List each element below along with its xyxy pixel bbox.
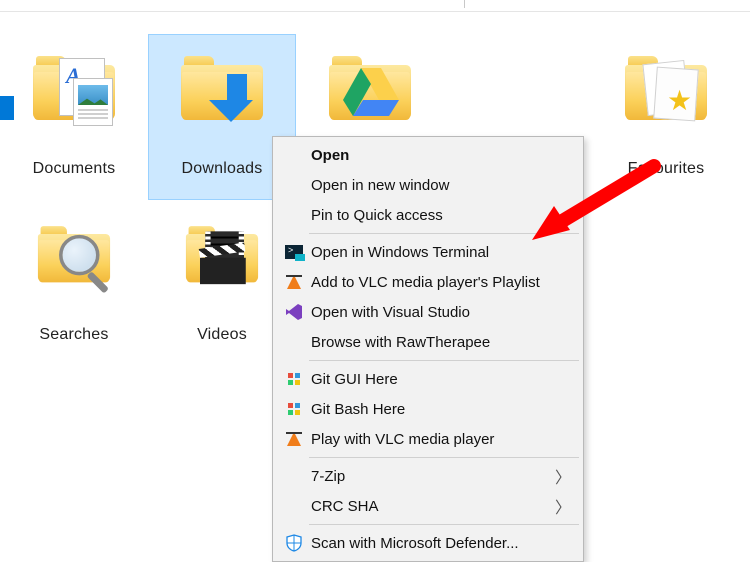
blank-icon <box>279 495 309 517</box>
folder-favourites[interactable]: ★ Favourites <box>592 34 740 200</box>
menu-label: Open in new window <box>311 177 449 194</box>
menu-separator <box>309 233 579 234</box>
context-menu: Open Open in new window Pin to Quick acc… <box>272 136 584 562</box>
downloads-icon <box>174 42 270 138</box>
chevron-right-icon: 〉 <box>555 464 571 488</box>
google-drive-icon <box>322 42 418 138</box>
folder-documents[interactable]: Documents <box>0 34 148 200</box>
git-icon <box>279 368 309 390</box>
menu-open-visual-studio[interactable]: Open with Visual Studio <box>275 297 581 327</box>
menu-label: Add to VLC media player's Playlist <box>311 274 540 291</box>
menu-label: Scan with Microsoft Defender... <box>311 535 519 552</box>
menu-label: Git Bash Here <box>311 401 405 418</box>
item-label: Documents <box>33 160 116 178</box>
chevron-right-icon: 〉 <box>555 494 571 518</box>
menu-pin-quick-access[interactable]: Pin to Quick access <box>275 200 581 230</box>
menu-separator <box>309 360 579 361</box>
menu-open[interactable]: Open <box>275 140 581 170</box>
terminal-icon <box>279 241 309 263</box>
menu-separator <box>309 457 579 458</box>
item-label: Searches <box>39 326 108 344</box>
menu-label: Open <box>311 147 349 164</box>
menu-play-vlc[interactable]: Play with VLC media player <box>275 424 581 454</box>
item-label: Downloads <box>182 160 263 178</box>
folder-searches[interactable]: Searches <box>0 200 148 366</box>
menu-label: Git GUI Here <box>311 371 398 388</box>
cone-icon <box>279 271 309 293</box>
menu-git-bash[interactable]: Git Bash Here <box>275 394 581 424</box>
blank-icon <box>279 465 309 487</box>
item-label: Favourites <box>628 160 705 178</box>
menu-open-new-window[interactable]: Open in new window <box>275 170 581 200</box>
menu-add-vlc-playlist[interactable]: Add to VLC media player's Playlist <box>275 267 581 297</box>
item-label: Videos <box>197 326 247 344</box>
blank-icon <box>279 331 309 353</box>
menu-label: Play with VLC media player <box>311 431 494 448</box>
menu-crc-sha[interactable]: CRC SHA 〉 <box>275 491 581 521</box>
menu-label: Pin to Quick access <box>311 207 443 224</box>
menu-label: Open with Visual Studio <box>311 304 470 321</box>
menu-label: Open in Windows Terminal <box>311 244 489 261</box>
menu-git-gui[interactable]: Git GUI Here <box>275 364 581 394</box>
header-strip <box>0 0 750 12</box>
blank-icon <box>279 204 309 226</box>
header-divider <box>464 0 465 8</box>
cone-icon <box>279 428 309 450</box>
menu-label: Browse with RawTherapee <box>311 334 490 351</box>
documents-icon <box>26 42 122 138</box>
videos-icon <box>174 208 270 304</box>
searches-icon <box>26 208 122 304</box>
blank-icon <box>279 174 309 196</box>
favourites-icon: ★ <box>618 42 714 138</box>
menu-label: 7-Zip <box>311 468 345 485</box>
menu-label: CRC SHA <box>311 498 379 515</box>
menu-7zip[interactable]: 7-Zip 〉 <box>275 461 581 491</box>
shield-icon <box>279 532 309 554</box>
menu-browse-rawtherapee[interactable]: Browse with RawTherapee <box>275 327 581 357</box>
visual-studio-icon <box>279 301 309 323</box>
blank-icon <box>279 144 309 166</box>
git-icon <box>279 398 309 420</box>
menu-separator <box>309 524 579 525</box>
menu-scan-defender[interactable]: Scan with Microsoft Defender... <box>275 528 581 558</box>
menu-open-windows-terminal[interactable]: Open in Windows Terminal <box>275 237 581 267</box>
